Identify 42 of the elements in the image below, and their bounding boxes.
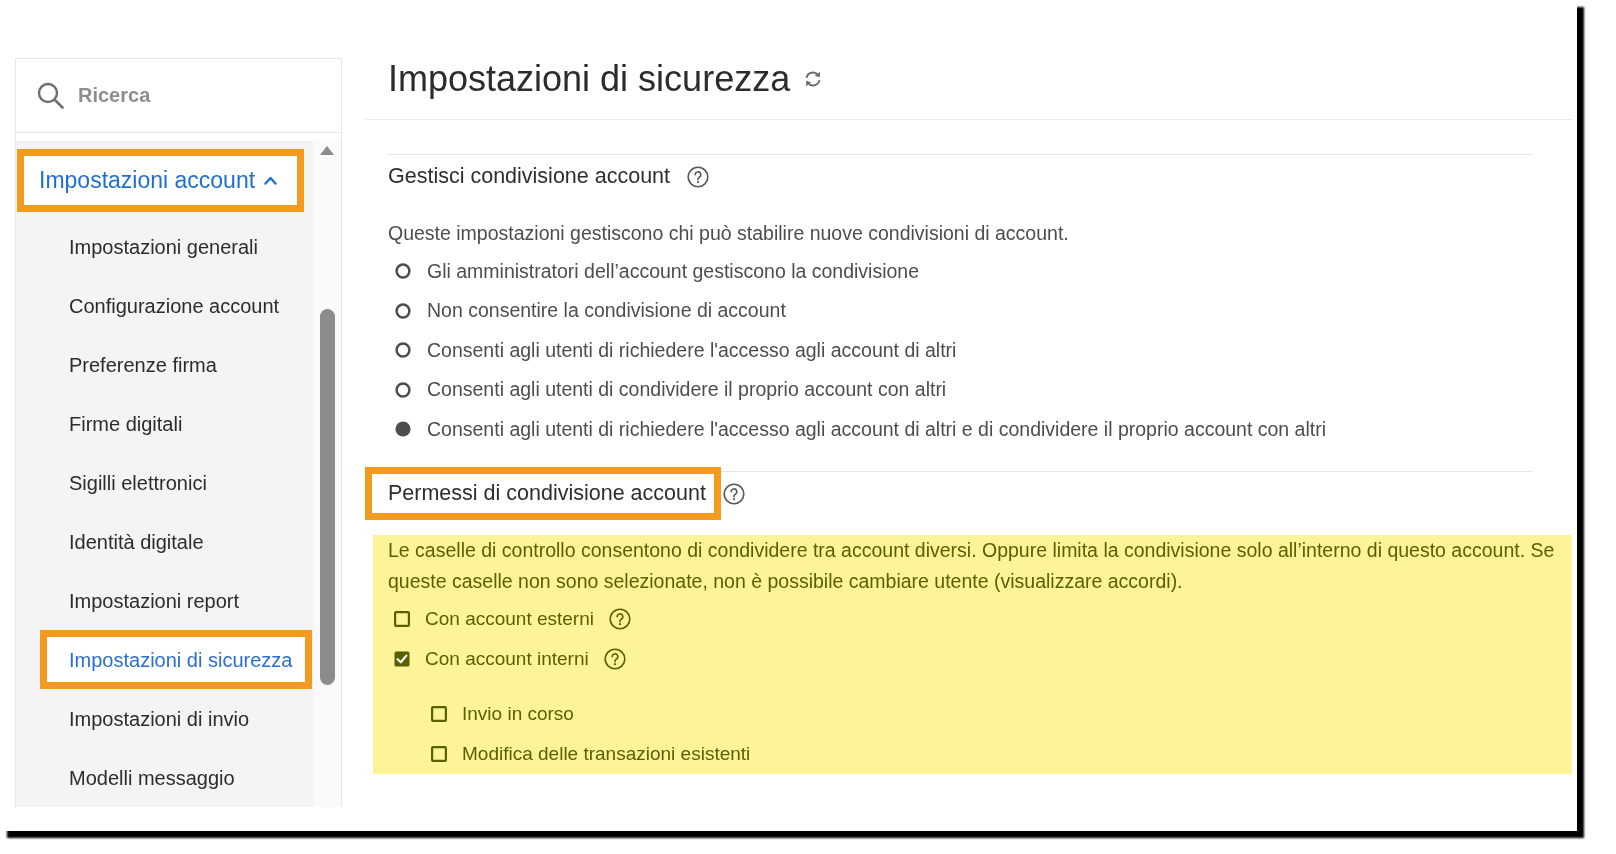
help-icon[interactable] — [687, 165, 710, 188]
nav-item[interactable]: Identità digitale — [40, 512, 312, 571]
radio-label: Non consentire la condivisione di account — [427, 298, 786, 324]
scrollbar-thumb[interactable] — [319, 309, 335, 685]
section-description: Queste impostazioni gestiscono chi può stabilire nuove condivisioni di account. — [388, 221, 1070, 246]
checkbox[interactable] — [394, 650, 410, 667]
help-icon[interactable] — [722, 482, 745, 505]
nav-item[interactable]: Modelli messaggio — [40, 748, 312, 807]
radio-button[interactable] — [395, 381, 411, 398]
nav-group-header[interactable]: Impostazioni account — [17, 149, 304, 212]
help-icon[interactable] — [603, 647, 626, 670]
checkbox-label: Con account interni — [425, 646, 589, 671]
checkbox-label: Invio in corso — [462, 702, 574, 726]
section-description: Le caselle di controllo consentono di condividere tra account diversi. Oppure limita la condivisione solo all’interno di questo account. Se queste caselle non sono selezionate, non è possibile cambiare utente (visualizzare accordi). — [388, 538, 1556, 594]
nav-item[interactable]: Configurazione account — [40, 276, 312, 335]
radio-label: Consenti agli utenti di condividere il proprio account con altri — [427, 377, 947, 403]
nav-item[interactable]: Preferenze firma — [40, 335, 312, 394]
radio-label: Consenti agli utenti di richiedere l'accesso agli account di altri — [427, 337, 957, 363]
nav-item[interactable]: Impostazioni report — [40, 571, 312, 630]
checkbox[interactable] — [431, 745, 447, 762]
nav-item[interactable]: Impostazioni di invio — [40, 689, 312, 748]
checkbox-label: Modifica delle transazioni esistenti — [462, 741, 751, 766]
radio-button[interactable] — [395, 342, 411, 359]
checkbox[interactable] — [431, 706, 447, 723]
nav-item[interactable]: Impostazioni generali — [40, 217, 312, 276]
radio-label: Gli amministratori dell’account gestiscono la condivisione — [427, 258, 920, 284]
page-title: Impostazioni di sicurezza — [388, 58, 791, 100]
search-icon — [37, 82, 64, 109]
checkbox[interactable] — [394, 611, 410, 628]
checkbox-label: Con account esterni — [425, 607, 594, 631]
help-icon[interactable] — [609, 608, 631, 631]
search-field[interactable]: Ricerca — [78, 75, 298, 116]
section-heading: Gestisci condivisione account — [387, 163, 672, 191]
radio-button[interactable] — [395, 302, 411, 319]
section-heading: Permessi di condivisione account — [365, 467, 721, 520]
nav-item[interactable]: Firme digitali — [40, 394, 312, 453]
radio-label: Consenti agli utenti di richiedere l'accesso agli account di altri e di condividere il proprio account con altri — [427, 416, 1327, 442]
nav-item[interactable]: Sigilli elettronici — [40, 453, 312, 512]
radio-button[interactable] — [395, 263, 411, 280]
nav-item[interactable]: Impostazioni di sicurezza — [40, 630, 312, 689]
radio-button[interactable] — [395, 421, 411, 438]
scroll-up-arrow-icon[interactable] — [320, 146, 334, 155]
